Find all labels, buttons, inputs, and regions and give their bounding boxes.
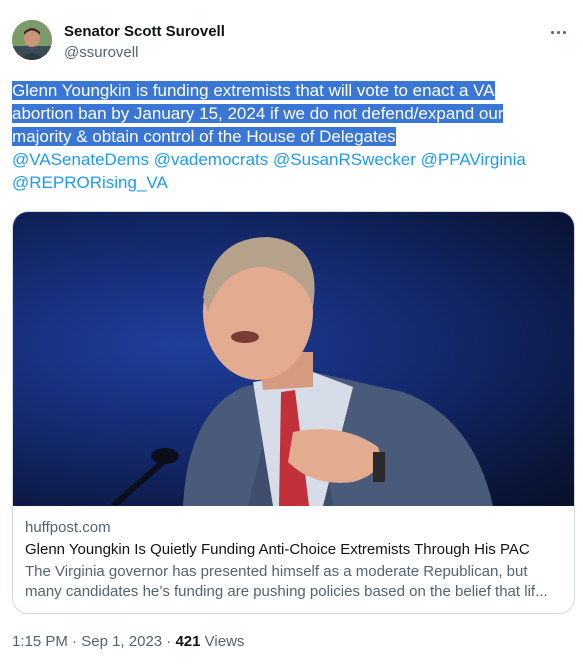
views-label: Views [204,633,245,650]
avatar[interactable] [12,20,52,60]
author-display-name[interactable]: Senator Scott Surovell [64,22,225,42]
card-image[interactable] [13,212,574,506]
card-title[interactable]: Glenn Youngkin Is Quietly Funding Anti-C… [25,540,562,560]
card-domain: huffpost.com [25,519,111,536]
author-names: Senator Scott Surovell @ssurovell [64,22,225,63]
tweet-text-line: majority & obtain control of the House o… [12,127,396,146]
separator: · [72,633,78,650]
mention-link[interactable]: @SusanRSwecker [273,150,416,169]
mention-link[interactable]: @VASenateDems [12,150,149,169]
link-card[interactable]: huffpost.com Glenn Youngkin Is Quietly F… [12,211,575,614]
separator: · [166,633,172,650]
tweet-text: Glenn Youngkin is funding extremists tha… [12,79,572,194]
more-options-icon[interactable] [547,22,571,42]
mention-link[interactable]: @PPAVirginia [421,150,526,169]
mentions: @VASenateDems @vademocrats @SusanRSwecke… [12,150,526,192]
card-meta: huffpost.com Glenn Youngkin Is Quietly F… [25,518,562,602]
tweet-date[interactable]: Sep 1, 2023 [81,633,162,650]
card-photo-illustration [111,237,493,506]
tweet-text-line: Glenn Youngkin is funding extremists tha… [12,81,495,100]
mention-link[interactable]: @vademocrats [154,150,269,169]
card-description: The Virginia governor has presented hims… [25,562,562,602]
tweet-header: Senator Scott Surovell @ssurovell [12,20,571,64]
tweet-time[interactable]: 1:15 PM [12,633,68,650]
views-count: 421 [175,633,201,650]
tweet-footer: 1:15 PM · Sep 1, 2023 · 421 Views [12,632,244,652]
avatar-photo [12,20,52,60]
mention-link[interactable]: @REPRORising_VA [12,173,168,192]
card-description-line: many candidates he’s funding are pushing… [25,583,548,600]
tweet-text-line: abortion ban by January 15, 2024 if we d… [12,104,504,123]
author-handle[interactable]: @ssurovell [64,43,225,63]
card-description-line: The Virginia governor has presented hims… [25,563,528,580]
